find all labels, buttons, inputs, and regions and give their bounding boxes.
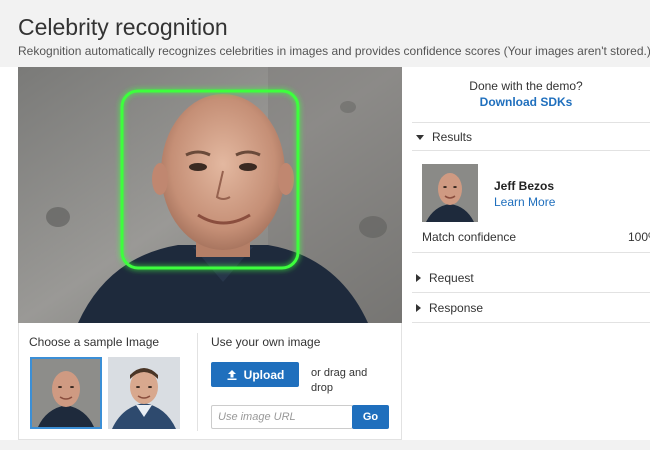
results-panel: Done with the demo? Download SDKs Result…: [402, 67, 650, 440]
learn-more-link[interactable]: Learn More: [494, 195, 555, 209]
analyzed-image: [18, 67, 402, 323]
divider: [412, 122, 650, 123]
image-url-input[interactable]: [211, 405, 353, 429]
celebrity-name: Jeff Bezos: [494, 179, 555, 193]
upload-button-label: Upload: [243, 367, 285, 382]
sample-1-image: [32, 359, 100, 427]
response-heading: Response: [429, 301, 484, 315]
image-controls: Choose a sample Image Use your own image: [18, 323, 402, 440]
footer-strip: [0, 440, 650, 450]
page-header: Celebrity recognition Rekognition automa…: [0, 0, 650, 67]
divider: [412, 292, 650, 293]
demo-done-text: Done with the demo?: [469, 79, 583, 93]
results-heading: Results: [432, 130, 473, 144]
match-confidence-label: Match confidence: [422, 230, 517, 244]
celebrity-thumbnail: [422, 164, 478, 222]
controls-divider: [197, 333, 198, 431]
page-subtitle: Rekognition automatically recognizes cel…: [18, 44, 650, 58]
caret-right-icon: [416, 274, 421, 282]
request-section-toggle[interactable]: Request: [416, 271, 474, 285]
celebrity-face-image: [422, 164, 478, 222]
divider: [412, 150, 650, 151]
match-confidence-value: 100%: [628, 230, 650, 244]
divider: [412, 322, 650, 323]
caret-right-icon: [416, 304, 421, 312]
caret-down-icon: [416, 134, 424, 140]
own-image-label: Use your own image: [211, 335, 321, 349]
response-section-toggle[interactable]: Response: [416, 301, 483, 315]
upload-arrow-icon: [226, 369, 238, 381]
page-title: Celebrity recognition: [18, 14, 228, 40]
sample-thumbnail-2[interactable]: [108, 357, 180, 429]
upload-button[interactable]: Upload: [211, 362, 299, 387]
go-button[interactable]: Go: [352, 405, 389, 429]
sample-thumbnail-1[interactable]: [30, 357, 102, 429]
drag-drop-hint: or drag and drop: [311, 367, 368, 394]
divider: [412, 252, 650, 253]
celebrity-photo: [18, 67, 402, 323]
results-section-toggle[interactable]: Results: [416, 130, 472, 144]
request-heading: Request: [429, 271, 474, 285]
sample-image-label: Choose a sample Image: [29, 335, 160, 349]
sample-2-image: [108, 357, 180, 429]
download-sdks-link[interactable]: Download SDKs: [402, 95, 650, 109]
